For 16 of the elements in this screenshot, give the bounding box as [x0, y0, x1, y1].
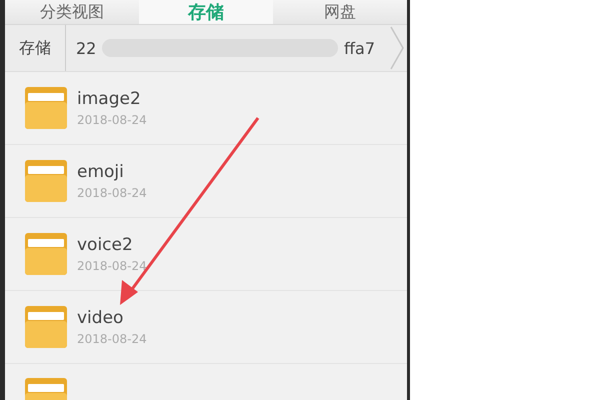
folder-icon [25, 233, 67, 275]
folder-name[interactable]: image2 [77, 89, 147, 109]
folder-icon [25, 306, 67, 348]
folder-icon [25, 87, 67, 129]
folder-date: 2018-08-24 [77, 259, 147, 273]
breadcrumb-item[interactable]: 22 ffa7 [66, 25, 389, 71]
folder-name[interactable]: video [77, 308, 147, 328]
folder-date: 2018-08-24 [77, 113, 147, 127]
tab[interactable]: 网盘 [273, 0, 407, 24]
folder-date: 2018-08-24 [77, 332, 147, 346]
folder-name[interactable]: emoji [77, 162, 147, 182]
folder-name[interactable]: voice2 [77, 235, 147, 255]
tab[interactable]: 分类视图 [5, 0, 139, 24]
folder-date: 2018-08-24 [77, 186, 147, 200]
folder-icon [25, 160, 67, 202]
breadcrumb-item[interactable]: 存储 [5, 25, 66, 71]
